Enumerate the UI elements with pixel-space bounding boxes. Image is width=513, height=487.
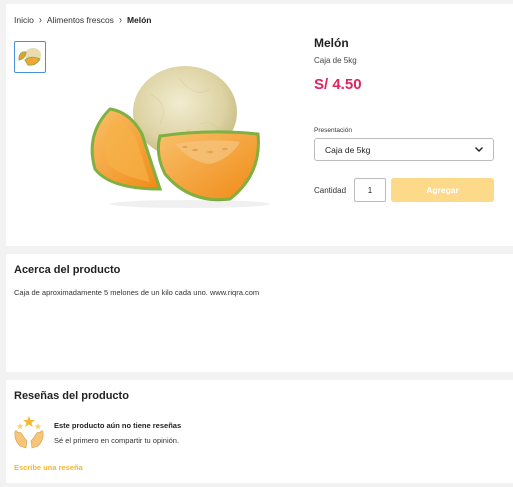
add-to-cart-button[interactable]: Agregar (391, 178, 494, 202)
quantity-input[interactable]: 1 (354, 178, 386, 202)
about-text: Caja de aproximadamente 5 melones de un … (14, 288, 260, 297)
product-subtitle: Caja de 5kg (314, 56, 357, 65)
no-reviews-subtitle: Sé el primero en compartir tu opinión. (54, 436, 180, 445)
reviews-title: Reseñas del producto (14, 390, 129, 402)
about-card: Acerca del producto Caja de aproximadame… (6, 254, 513, 372)
presentation-label: Presentación (314, 127, 352, 134)
about-title: Acerca del producto (14, 264, 121, 276)
breadcrumb: Inicio › Alimentos frescos › Melón (14, 14, 152, 26)
presentation-selected-value: Caja de 5kg (325, 144, 371, 155)
product-price: S/ 4.50 (314, 76, 362, 93)
melon-thumbnail-image (18, 48, 41, 66)
reviews-card: Reseñas del producto Este producto aún n… (6, 380, 513, 483)
product-card: Inicio › Alimentos frescos › Melón Melón… (6, 4, 513, 246)
write-review-link[interactable]: Escribe una reseña (14, 463, 83, 472)
breadcrumb-home[interactable]: Inicio (14, 15, 34, 25)
product-title: Melón (314, 36, 349, 50)
hands-stars-icon (12, 414, 46, 450)
no-reviews-title: Este producto aún no tiene reseñas (54, 421, 182, 430)
chevron-right-icon: › (118, 14, 122, 26)
breadcrumb-current: Melón (126, 15, 152, 25)
product-main-image (80, 64, 280, 209)
presentation-select[interactable]: Caja de 5kg (314, 138, 494, 161)
chevron-down-icon (473, 143, 485, 157)
quantity-label: Cantidad (314, 186, 347, 195)
product-thumbnail[interactable] (14, 41, 46, 73)
chevron-right-icon: › (38, 14, 42, 26)
breadcrumb-category[interactable]: Alimentos frescos (47, 15, 114, 25)
